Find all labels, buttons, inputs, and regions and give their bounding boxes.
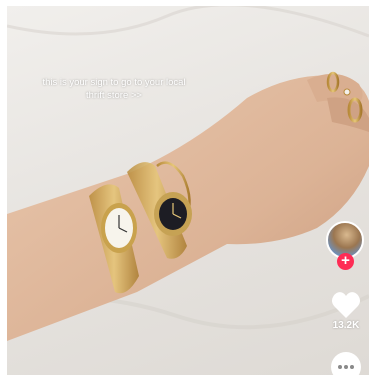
heart-icon[interactable] xyxy=(331,291,361,319)
tiktok-video-screen: this is your sign to go to your local th… xyxy=(0,0,369,375)
like-count: 13.2K xyxy=(332,320,360,331)
action-rail: + 13.2K xyxy=(323,218,369,375)
ellipsis-icon[interactable] xyxy=(331,352,361,375)
plus-icon: + xyxy=(341,252,350,269)
video-caption: this is your sign to go to your local th… xyxy=(42,77,186,101)
follow-button[interactable]: + xyxy=(337,253,354,270)
video-player[interactable]: this is your sign to go to your local th… xyxy=(7,6,369,375)
video-frame-image xyxy=(7,6,369,341)
